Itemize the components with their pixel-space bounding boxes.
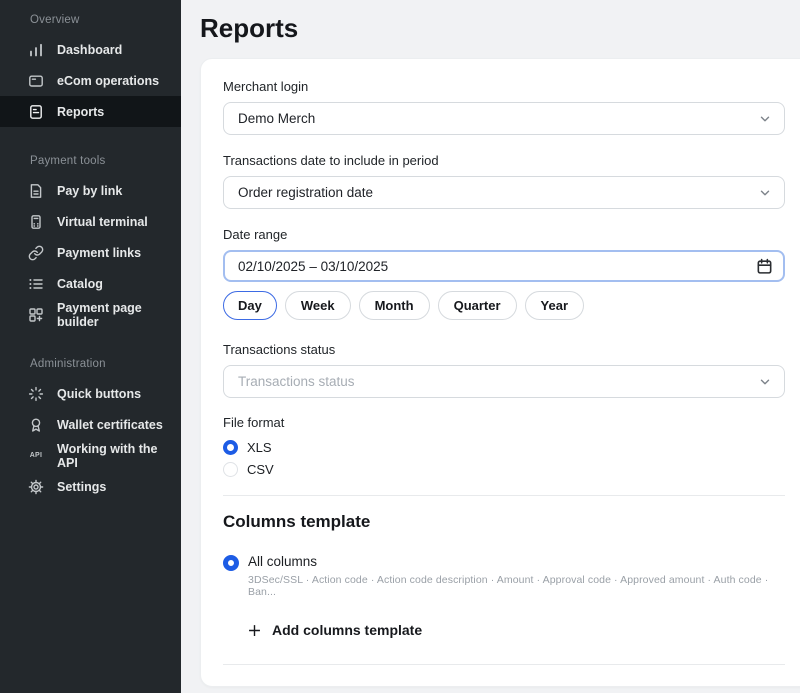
date-range-input-wrap bbox=[223, 250, 785, 282]
sidebar-item-reports[interactable]: Reports bbox=[0, 96, 181, 127]
transactions-status-placeholder: Transactions status bbox=[238, 374, 355, 389]
file-format-option-xls[interactable]: XLS bbox=[223, 437, 785, 457]
sidebar-item-settings[interactable]: Settings bbox=[0, 471, 181, 502]
merchant-login-field: Merchant login Demo Merch bbox=[223, 79, 785, 135]
main-content: Reports Merchant login Demo Merch Transa… bbox=[181, 0, 800, 693]
sidebar-item-dashboard[interactable]: Dashboard bbox=[0, 34, 181, 65]
transactions-date-select[interactable]: Order registration date bbox=[223, 176, 785, 209]
sidebar-item-label: Settings bbox=[57, 480, 106, 494]
sidebar-item-quick-buttons[interactable]: Quick buttons bbox=[0, 378, 181, 409]
sidebar-item-working-with-api[interactable]: API Working with the API bbox=[0, 440, 181, 471]
chevron-down-icon bbox=[758, 112, 772, 126]
period-pill-year[interactable]: Year bbox=[525, 291, 584, 320]
plus-icon bbox=[247, 623, 262, 638]
award-icon bbox=[28, 417, 44, 433]
date-range-label: Date range bbox=[223, 227, 785, 242]
sidebar-item-label: Reports bbox=[57, 105, 104, 119]
sidebar-section-administration: Administration Quick buttons Wallet cert… bbox=[0, 350, 181, 502]
period-pill-month[interactable]: Month bbox=[359, 291, 430, 320]
page-title: Reports bbox=[200, 12, 800, 44]
radio-label: XLS bbox=[247, 440, 272, 455]
sidebar-item-catalog[interactable]: Catalog bbox=[0, 268, 181, 299]
sidebar-item-label: Quick buttons bbox=[57, 387, 141, 401]
period-pill-quarter[interactable]: Quarter bbox=[438, 291, 517, 320]
sidebar-item-pay-by-link[interactable]: Pay by link bbox=[0, 175, 181, 206]
date-range-input[interactable] bbox=[223, 250, 785, 282]
transactions-status-label: Transactions status bbox=[223, 342, 785, 357]
period-pill-week[interactable]: Week bbox=[285, 291, 351, 320]
section-label-payment-tools: Payment tools bbox=[0, 147, 181, 175]
date-range-field: Date range Day Week Month Quarter Year bbox=[223, 227, 785, 320]
sidebar-section-overview: Overview Dashboard eCom operations Repor… bbox=[0, 6, 181, 127]
divider bbox=[223, 495, 785, 496]
radio-selected-icon bbox=[223, 555, 239, 571]
sidebar-item-ecom-operations[interactable]: eCom operations bbox=[0, 65, 181, 96]
sidebar-item-label: Virtual terminal bbox=[57, 215, 148, 229]
receipt-icon bbox=[28, 183, 44, 199]
sidebar-item-label: Payment links bbox=[57, 246, 141, 260]
report-icon bbox=[28, 104, 44, 120]
transactions-date-field: Transactions date to include in period O… bbox=[223, 153, 785, 209]
sparkle-icon bbox=[28, 386, 44, 402]
file-format-option-csv[interactable]: CSV bbox=[223, 459, 785, 479]
transactions-date-value: Order registration date bbox=[238, 185, 373, 200]
sidebar-item-label: Working with the API bbox=[57, 442, 181, 470]
sidebar: Overview Dashboard eCom operations Repor… bbox=[0, 0, 181, 693]
gear-icon bbox=[28, 479, 44, 495]
period-pills: Day Week Month Quarter Year bbox=[223, 291, 785, 320]
merchant-login-select[interactable]: Demo Merch bbox=[223, 102, 785, 135]
transactions-status-field: Transactions status Transactions status bbox=[223, 342, 785, 398]
merchant-login-label: Merchant login bbox=[223, 79, 785, 94]
add-columns-template-button[interactable]: Add columns template bbox=[247, 622, 422, 638]
radio-label: CSV bbox=[247, 462, 274, 477]
terminal-icon bbox=[28, 214, 44, 230]
columns-template-description: 3DSec/SSL · Action code · Action code de… bbox=[248, 574, 785, 598]
sidebar-item-label: Pay by link bbox=[57, 184, 122, 198]
link-icon bbox=[28, 245, 44, 261]
bar-chart-icon bbox=[28, 42, 44, 58]
card-icon bbox=[28, 73, 44, 89]
sidebar-item-payment-page-builder[interactable]: Payment page builder bbox=[0, 299, 181, 330]
merchant-login-value: Demo Merch bbox=[238, 111, 315, 126]
add-columns-template-label: Add columns template bbox=[272, 622, 422, 638]
divider bbox=[223, 664, 785, 665]
file-format-label: File format bbox=[223, 415, 785, 430]
grid-plus-icon bbox=[28, 307, 44, 323]
sidebar-item-label: Payment page builder bbox=[57, 301, 181, 329]
calendar-button[interactable] bbox=[756, 257, 774, 275]
columns-template-option-label: All columns bbox=[248, 554, 317, 569]
file-format-group: File format XLS CSV bbox=[223, 415, 785, 479]
sidebar-item-label: Wallet certificates bbox=[57, 418, 163, 432]
sidebar-item-payment-links[interactable]: Payment links bbox=[0, 237, 181, 268]
report-form-card: Merchant login Demo Merch Transactions d… bbox=[200, 58, 800, 687]
period-pill-day[interactable]: Day bbox=[223, 291, 277, 320]
sidebar-item-wallet-certificates[interactable]: Wallet certificates bbox=[0, 409, 181, 440]
sidebar-item-virtual-terminal[interactable]: Virtual terminal bbox=[0, 206, 181, 237]
transactions-date-label: Transactions date to include in period bbox=[223, 153, 785, 168]
transactions-status-select[interactable]: Transactions status bbox=[223, 365, 785, 398]
chevron-down-icon bbox=[758, 375, 772, 389]
sidebar-item-label: Catalog bbox=[57, 277, 103, 291]
radio-selected-icon bbox=[223, 440, 238, 455]
sidebar-item-label: eCom operations bbox=[57, 74, 159, 88]
api-icon: API bbox=[28, 448, 44, 464]
list-icon bbox=[28, 276, 44, 292]
sidebar-section-payment-tools: Payment tools Pay by link Virtual termin… bbox=[0, 147, 181, 330]
sidebar-item-label: Dashboard bbox=[57, 43, 122, 57]
section-label-administration: Administration bbox=[0, 350, 181, 378]
calendar-icon bbox=[756, 258, 773, 275]
radio-unselected-icon bbox=[223, 462, 238, 477]
chevron-down-icon bbox=[758, 186, 772, 200]
columns-template-heading: Columns template bbox=[223, 512, 785, 532]
columns-template-option-all[interactable]: All columns bbox=[223, 554, 785, 571]
section-label-overview: Overview bbox=[0, 6, 181, 34]
